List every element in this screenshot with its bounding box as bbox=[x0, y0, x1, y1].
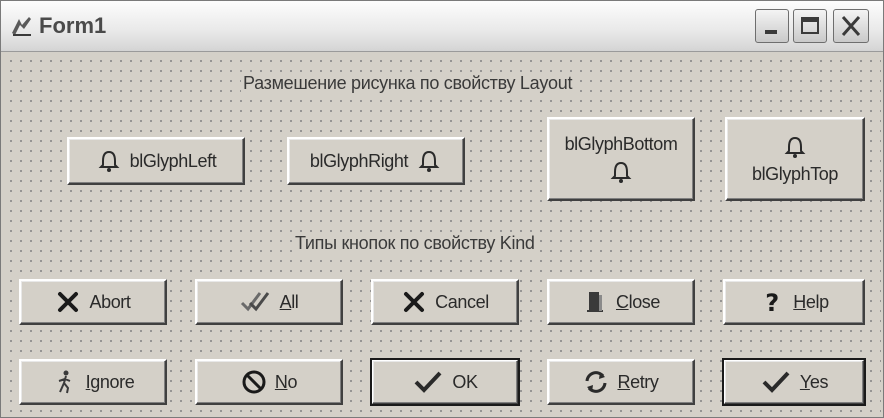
abort-label: Abort bbox=[89, 291, 131, 312]
maximize-icon bbox=[801, 17, 819, 34]
retry-arrows-icon bbox=[583, 369, 609, 395]
glyph-left-button[interactable]: blGlyphLeft bbox=[67, 137, 245, 185]
glyph-right-label: blGlyphRight bbox=[309, 150, 409, 171]
cancel-button[interactable]: Cancel bbox=[371, 279, 519, 325]
form-window: Form1 Размешение рисунка по свойству Lay… bbox=[0, 0, 884, 418]
title-bar[interactable]: Form1 bbox=[1, 1, 883, 52]
close-kind-button[interactable]: Close bbox=[547, 279, 695, 325]
maximize-button[interactable] bbox=[793, 9, 827, 43]
close-kind-label: Close bbox=[615, 291, 661, 312]
retry-button[interactable]: Retry bbox=[547, 359, 695, 405]
minimize-button[interactable] bbox=[755, 9, 789, 43]
door-icon bbox=[582, 289, 608, 315]
ok-button[interactable]: OK bbox=[370, 358, 520, 406]
all-button[interactable]: All bbox=[195, 279, 343, 325]
kind-caption-label: Типы кнопок по свойству Kind bbox=[293, 233, 537, 254]
help-button[interactable]: ? Help bbox=[723, 279, 865, 325]
check-icon bbox=[760, 369, 792, 395]
yes-button[interactable]: Yes bbox=[722, 358, 866, 406]
retry-label: Retry bbox=[617, 371, 659, 392]
yes-label: Yes bbox=[799, 371, 829, 392]
cancel-label: Cancel bbox=[435, 291, 489, 312]
glyph-bottom-label: blGlyphBottom bbox=[564, 133, 678, 154]
glyph-top-label: blGlyphTop bbox=[751, 163, 839, 184]
x-mark-icon bbox=[55, 289, 81, 315]
abort-button[interactable]: Abort bbox=[19, 279, 167, 325]
question-mark-icon: ? bbox=[759, 289, 785, 315]
no-button[interactable]: No bbox=[195, 359, 343, 405]
x-mark-icon bbox=[401, 289, 427, 315]
ignore-label: Ignore bbox=[85, 371, 135, 392]
form-client-area: Размешение рисунка по свойству Layout bl… bbox=[3, 53, 881, 417]
window-title: Form1 bbox=[39, 13, 107, 38]
glyph-right-button[interactable]: blGlyphRight bbox=[287, 137, 465, 185]
close-icon bbox=[841, 16, 861, 36]
minimize-icon bbox=[765, 30, 777, 34]
delphi-form-icon[interactable] bbox=[9, 13, 35, 39]
bell-icon bbox=[608, 159, 634, 185]
svg-text:?: ? bbox=[766, 289, 780, 315]
bell-icon bbox=[782, 134, 808, 160]
no-label: No bbox=[274, 371, 298, 392]
glyph-top-button[interactable]: blGlyphTop bbox=[725, 117, 865, 201]
bell-icon bbox=[416, 148, 442, 174]
running-man-icon bbox=[52, 369, 78, 395]
glyph-left-label: blGlyphLeft bbox=[129, 150, 217, 171]
layout-caption-label: Размешение рисунка по свойству Layout bbox=[241, 73, 575, 94]
bell-icon bbox=[96, 148, 122, 174]
help-label: Help bbox=[793, 291, 829, 312]
ignore-button[interactable]: Ignore bbox=[19, 359, 167, 405]
all-label: All bbox=[279, 291, 299, 312]
ok-label: OK bbox=[452, 371, 478, 392]
close-button[interactable] bbox=[833, 9, 869, 43]
no-entry-icon bbox=[241, 369, 267, 395]
glyph-bottom-button[interactable]: blGlyphBottom bbox=[547, 117, 695, 201]
double-check-icon bbox=[240, 289, 272, 315]
check-icon bbox=[412, 369, 444, 395]
